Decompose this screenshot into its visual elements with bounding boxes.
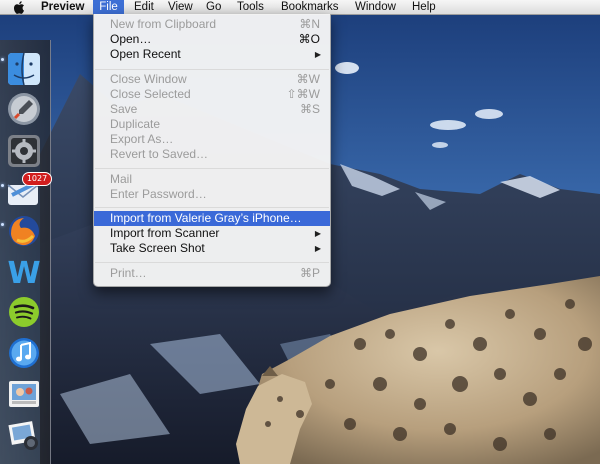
menu-separator: [95, 207, 329, 208]
submenu-arrow-icon: ▶: [314, 50, 321, 59]
menu-item-import-from-scanner[interactable]: Import from Scanner ▶: [94, 226, 330, 241]
svg-text:W: W: [7, 256, 40, 289]
menu-item-duplicate[interactable]: Duplicate: [94, 117, 330, 132]
firefox-icon[interactable]: [5, 212, 43, 250]
file-menu-dropdown: New from Clipboard ⌘N Open… ⌘O Open Rece…: [93, 14, 331, 287]
submenu-arrow-icon: ▶: [314, 229, 321, 238]
menu-item-enter-password[interactable]: Enter Password…: [94, 187, 330, 202]
mail-icon[interactable]: 1027: [5, 172, 52, 211]
menu-item-shortcut: ⌘O: [298, 32, 320, 46]
menu-item-label: Revert to Saved…: [110, 147, 209, 161]
menu-item-label: Print…: [110, 266, 147, 280]
menu-item-label: Duplicate: [110, 117, 161, 131]
word-icon[interactable]: W: [5, 253, 43, 291]
menu-go[interactable]: Go: [206, 0, 221, 14]
menu-separator: [95, 168, 329, 169]
menu-item-close-selected[interactable]: Close Selected ⇧⌘W: [94, 87, 330, 102]
menu-item-label: Import from Valerie Gray’s iPhone…: [110, 211, 302, 225]
menu-item-shortcut: ⌘S: [299, 102, 320, 116]
menu-item-new-from-clipboard[interactable]: New from Clipboard ⌘N: [94, 17, 330, 32]
dock: 1027 W: [0, 40, 52, 464]
photo-booth-icon[interactable]: [5, 375, 43, 413]
menu-item-shortcut: ⌘P: [299, 266, 320, 280]
menu-edit[interactable]: Edit: [134, 0, 154, 14]
menu-item-shortcut: ⌘W: [296, 72, 320, 86]
menu-item-label: Close Window: [110, 72, 187, 86]
menu-item-print[interactable]: Print… ⌘P: [94, 266, 330, 281]
menu-item-shortcut: ⌘N: [299, 17, 320, 31]
menu-file[interactable]: File: [93, 0, 124, 14]
menu-help[interactable]: Help: [412, 0, 436, 14]
spotify-icon[interactable]: [5, 293, 43, 331]
menu-item-revert-to-saved[interactable]: Revert to Saved…: [94, 147, 330, 162]
menu-window[interactable]: Window: [355, 0, 396, 14]
menu-item-label: Import from Scanner: [110, 226, 220, 240]
menu-tools[interactable]: Tools: [237, 0, 264, 14]
mail-unread-badge: 1027: [22, 172, 52, 186]
submenu-arrow-icon: ▶: [314, 244, 321, 253]
menu-item-label: New from Clipboard: [110, 17, 217, 31]
menu-item-label: Mail: [110, 172, 133, 186]
menu-item-take-screen-shot[interactable]: Take Screen Shot ▶: [94, 241, 330, 256]
menu-bookmarks[interactable]: Bookmarks: [281, 0, 339, 14]
running-indicator: [1, 223, 4, 226]
running-indicator: [1, 58, 4, 61]
menu-separator: [95, 69, 329, 70]
launchpad-icon[interactable]: [5, 90, 43, 128]
menu-view[interactable]: View: [168, 0, 193, 14]
menu-item-label: Enter Password…: [110, 187, 207, 201]
iphoto-icon[interactable]: [5, 416, 43, 454]
menu-item-label: Take Screen Shot: [110, 241, 205, 255]
finder-icon[interactable]: [5, 50, 43, 88]
itunes-icon[interactable]: [5, 334, 43, 372]
menu-item-open-recent[interactable]: Open Recent ▶: [94, 47, 330, 62]
menu-item-open[interactable]: Open… ⌘O: [94, 32, 330, 47]
menu-item-label: Save: [110, 102, 138, 116]
menu-item-label: Open Recent: [110, 47, 181, 61]
menu-item-close-window[interactable]: Close Window ⌘W: [94, 72, 330, 87]
menu-bar: Preview File Edit View Go Tools Bookmark…: [0, 0, 600, 15]
menu-item-shortcut: ⇧⌘W: [286, 87, 320, 101]
menu-item-label: Open…: [110, 32, 152, 46]
running-indicator: [1, 184, 4, 187]
menu-item-export-as[interactable]: Export As…: [94, 132, 330, 147]
system-preferences-icon[interactable]: [5, 132, 43, 170]
menu-item-label: Close Selected: [110, 87, 191, 101]
menu-item-import-from-iphone[interactable]: Import from Valerie Gray’s iPhone…: [94, 211, 330, 226]
app-menu-preview[interactable]: Preview: [41, 0, 84, 14]
menu-item-save[interactable]: Save ⌘S: [94, 102, 330, 117]
menu-separator: [95, 262, 329, 263]
apple-menu-icon[interactable]: [11, 0, 27, 14]
menu-item-mail[interactable]: Mail: [94, 172, 330, 187]
menu-item-label: Export As…: [110, 132, 174, 146]
